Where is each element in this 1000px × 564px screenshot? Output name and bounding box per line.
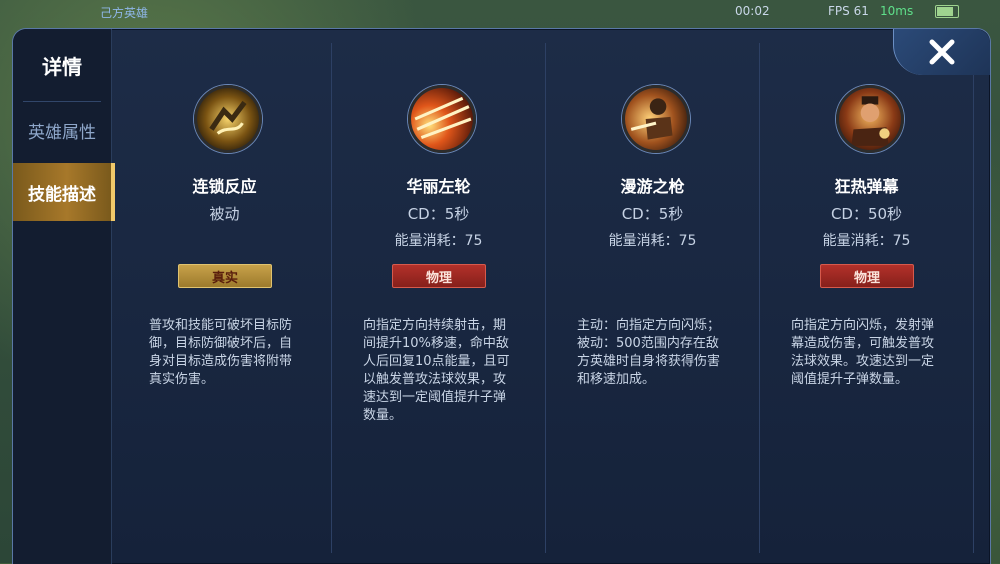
match-timer: 00:02 <box>735 4 770 18</box>
skill-card: 漫游之枪 CD：5秒 能量消耗：75 主动：向指定方向闪烁； 被动：500范围内… <box>546 43 760 553</box>
skill-card: 连锁反应 被动 真实 普攻和技能可破坏目标防 御，目标防御破坏后，自 身对目标造… <box>118 43 332 553</box>
skill-name: 漫游之枪 <box>620 177 685 196</box>
panel-title: 详情 <box>42 55 82 79</box>
skill-cooldown: CD：5秒 <box>407 205 470 223</box>
fps-readout: FPS 61 <box>828 4 869 18</box>
skill-description: 主动：向指定方向闪烁； 被动：500范围内存在敌 方英雄时自身将获得伤害 和移速… <box>577 318 721 387</box>
skill-description: 普攻和技能可破坏目标防 御，目标防御破坏后，自 身对目标造成伤害将附带 真实伤害… <box>149 318 293 387</box>
team-label: 己方英雄 <box>100 6 149 20</box>
skill-cooldown: CD：50秒 <box>830 205 903 223</box>
skill-card: 华丽左轮 CD：5秒 能量消耗：75 物理 向指定方向持续射击，期 间提升10%… <box>332 43 546 553</box>
detail-panel: 详情 英雄属性 技能描述 连锁反应 被动 真实 普攻和技能可破坏目标防 御，目标… <box>12 28 991 564</box>
tab-hero-attributes[interactable]: 英雄属性 <box>13 101 111 159</box>
close-button[interactable] <box>893 29 990 75</box>
status-bar: 己方英雄 00:02 FPS 61 10ms <box>0 0 1000 24</box>
skill-description: 向指定方向闪烁，发射弹 幕造成伤害，可触发普攻 法球效果。攻速达到一定 阈值提升… <box>791 318 935 387</box>
sidebar: 详情 英雄属性 技能描述 <box>13 29 115 564</box>
skill-name: 狂热弹幕 <box>834 177 899 196</box>
skill-energy-cost: 能量消耗：75 <box>822 233 911 249</box>
latency-readout: 10ms <box>880 4 914 18</box>
damage-type-badge: 物理 <box>820 264 914 288</box>
chain-reaction-icon[interactable] <box>194 85 262 153</box>
skill-card: 狂热弹幕 CD：50秒 能量消耗：75 物理 向指定方向闪烁，发射弹 幕造成伤害… <box>760 43 974 553</box>
skill-name: 华丽左轮 <box>406 177 471 196</box>
roaming-gun-icon[interactable] <box>622 85 690 153</box>
frenzied-barrage-icon[interactable] <box>836 85 904 153</box>
skill-cooldown: CD：5秒 <box>621 205 684 223</box>
skill-type: 被动 <box>209 205 240 223</box>
skill-energy-cost: 能量消耗：75 <box>394 233 483 249</box>
skill-name: 连锁反应 <box>192 177 257 196</box>
gorgeous-revolver-icon[interactable] <box>408 85 476 153</box>
close-icon <box>929 39 955 65</box>
battery-icon <box>935 5 959 18</box>
skill-energy-cost: 能量消耗：75 <box>608 233 697 249</box>
damage-type-badge: 真实 <box>178 264 272 288</box>
tab-skill-description[interactable]: 技能描述 <box>13 163 115 221</box>
skill-description: 向指定方向持续射击，期 间提升10%移速，命中敌 人后回复10点能量，且可 以触… <box>363 318 510 423</box>
damage-type-badge: 物理 <box>392 264 486 288</box>
